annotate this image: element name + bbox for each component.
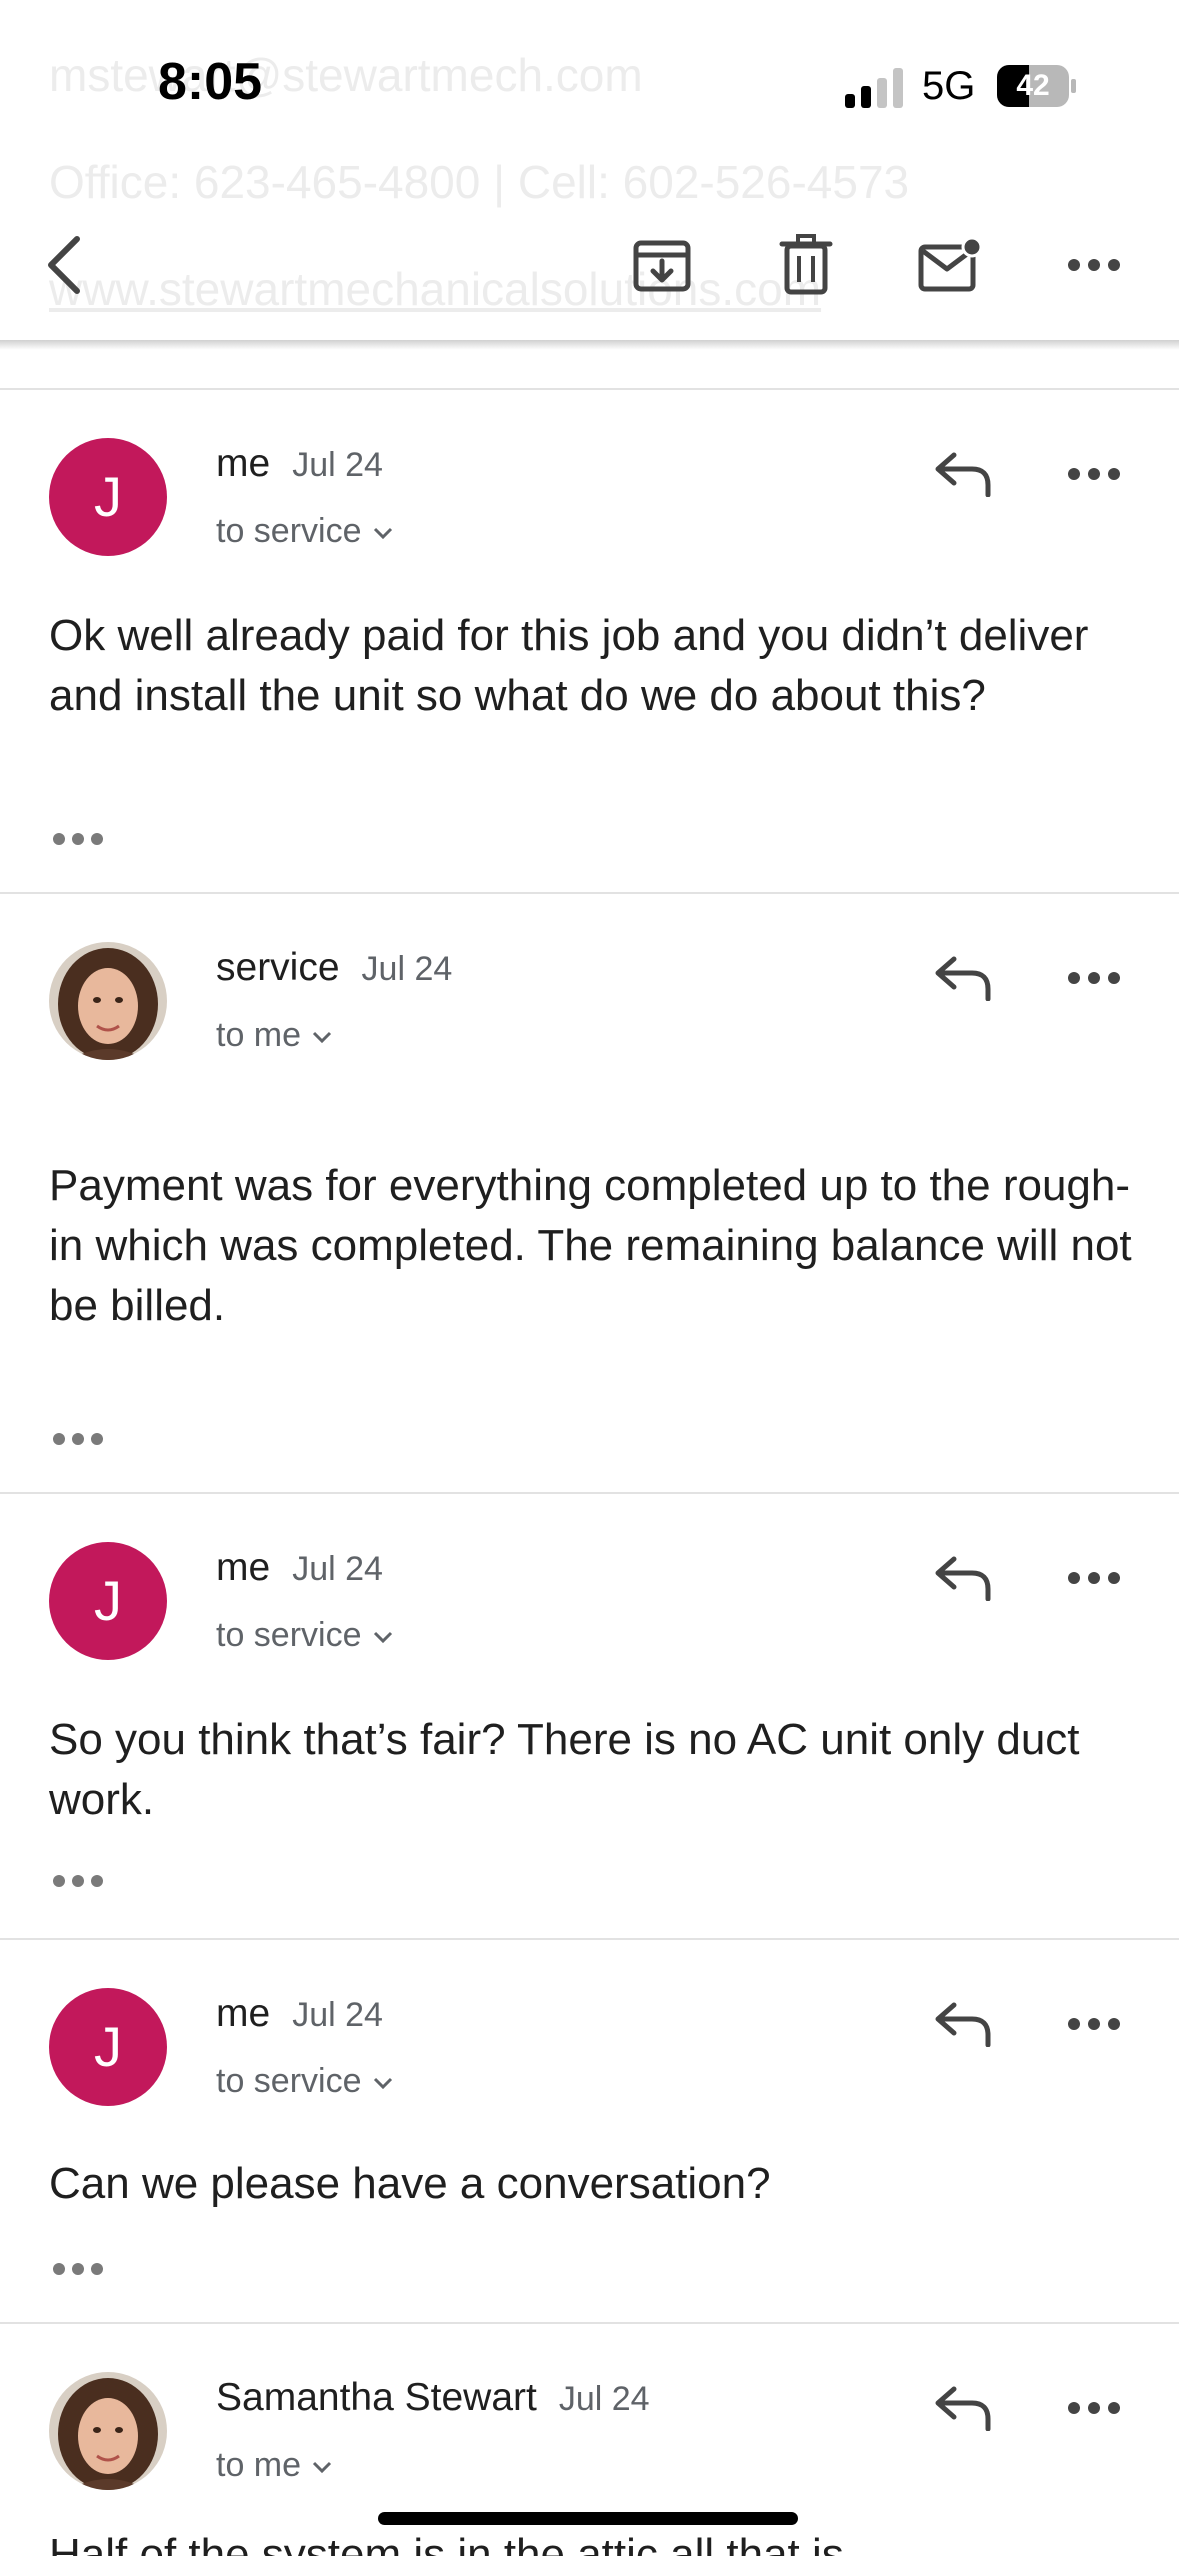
message-more-button[interactable] bbox=[1054, 2368, 1134, 2448]
message-more-button[interactable] bbox=[1054, 938, 1134, 1018]
more-icon bbox=[1068, 2018, 1120, 2030]
home-indicator[interactable] bbox=[378, 2512, 798, 2525]
avatar-photo bbox=[49, 2372, 167, 2490]
reply-button[interactable] bbox=[923, 1538, 1003, 1618]
chevron-down-icon bbox=[373, 527, 392, 540]
recipient-label: to service bbox=[216, 1616, 362, 1654]
back-button[interactable] bbox=[25, 225, 105, 305]
recipient-details[interactable]: to service bbox=[216, 2062, 394, 2101]
mark-unread-icon bbox=[918, 237, 982, 292]
recipient-details[interactable]: to service bbox=[216, 1616, 394, 1655]
delete-button[interactable] bbox=[766, 225, 846, 305]
avatar[interactable]: J bbox=[49, 1542, 167, 1660]
show-trimmed-content-button[interactable] bbox=[49, 1424, 109, 1454]
avatar[interactable]: J bbox=[49, 438, 167, 556]
sender-name: me bbox=[216, 1992, 271, 2035]
recipient-label: to me bbox=[216, 1016, 302, 1054]
chevron-down-icon bbox=[312, 2461, 332, 2474]
reply-button[interactable] bbox=[923, 2368, 1003, 2448]
message-more-button[interactable] bbox=[1054, 1984, 1134, 2064]
message-body: Ok well already paid for this job and yo… bbox=[49, 611, 1089, 720]
message-date: Jul 24 bbox=[558, 2380, 650, 2418]
show-trimmed-content-button[interactable] bbox=[49, 1866, 109, 1896]
recipient-label: to service bbox=[216, 2062, 362, 2100]
recipient-details[interactable]: to me bbox=[216, 2446, 333, 2485]
back-icon bbox=[48, 236, 80, 294]
message-body: Payment was for everything completed up … bbox=[49, 1161, 1132, 1330]
status-time: 8:05 bbox=[158, 53, 263, 111]
divider bbox=[0, 1492, 1179, 1494]
more-icon bbox=[1068, 259, 1120, 271]
divider bbox=[0, 892, 1179, 894]
message-more-button[interactable] bbox=[1054, 1538, 1134, 1618]
divider bbox=[0, 388, 1179, 390]
reply-icon bbox=[935, 2002, 991, 2047]
message-date: Jul 24 bbox=[292, 446, 383, 484]
divider bbox=[0, 1938, 1179, 1940]
avatar[interactable] bbox=[49, 942, 167, 1060]
sender-line: me Jul 24 bbox=[216, 442, 383, 486]
recipient-label: to me bbox=[216, 2446, 302, 2484]
reply-icon bbox=[935, 2386, 991, 2431]
reply-icon bbox=[935, 452, 991, 497]
chevron-down-icon bbox=[373, 1631, 392, 1644]
more-icon bbox=[1068, 1572, 1120, 1584]
sender-line: me Jul 24 bbox=[216, 1992, 383, 2036]
status-bar: 8:05 5G 42 bbox=[0, 0, 1179, 150]
divider bbox=[0, 2322, 1179, 2324]
more-icon bbox=[1068, 2402, 1120, 2414]
recipient-label: to service bbox=[216, 512, 362, 550]
archive-button[interactable] bbox=[622, 225, 702, 305]
sender-line: me Jul 24 bbox=[216, 1546, 383, 1590]
message-date: Jul 24 bbox=[292, 1996, 383, 2034]
reply-button[interactable] bbox=[923, 938, 1003, 1018]
more-icon bbox=[1068, 468, 1120, 480]
chevron-down-icon bbox=[373, 2077, 392, 2090]
more-icon bbox=[1068, 972, 1120, 984]
trash-icon bbox=[779, 234, 833, 295]
sender-name: service bbox=[216, 946, 340, 989]
sender-name: Samantha Stewart bbox=[216, 2376, 537, 2419]
avatar-photo bbox=[49, 942, 167, 1060]
sender-line: Samantha Stewart Jul 24 bbox=[216, 2376, 650, 2420]
reply-icon bbox=[935, 1556, 991, 1601]
sender-name: me bbox=[216, 1546, 271, 1589]
recipient-details[interactable]: to me bbox=[216, 1016, 333, 1055]
reply-button[interactable] bbox=[923, 434, 1003, 514]
sender-line: service Jul 24 bbox=[216, 946, 452, 990]
network-type: 5G bbox=[922, 64, 976, 108]
message-body: Can we please have a conversation? bbox=[49, 2159, 771, 2208]
message-body: So you think that’s fair? There is no AC… bbox=[49, 1715, 1080, 1824]
mark-unread-button[interactable] bbox=[910, 225, 990, 305]
recipient-details[interactable]: to service bbox=[216, 512, 394, 551]
message-more-button[interactable] bbox=[1054, 434, 1134, 514]
more-options-button[interactable] bbox=[1054, 225, 1134, 305]
avatar[interactable]: J bbox=[49, 1988, 167, 2106]
show-trimmed-content-button[interactable] bbox=[49, 2254, 109, 2284]
battery-level: 42 bbox=[1016, 69, 1050, 102]
message-date: Jul 24 bbox=[361, 950, 453, 988]
message-body: Half of the system is in the attic all t… bbox=[49, 2530, 844, 2556]
reply-icon bbox=[935, 956, 991, 1001]
email-toolbar bbox=[0, 200, 1179, 320]
chevron-down-icon bbox=[312, 1031, 332, 1044]
message-date: Jul 24 bbox=[292, 1550, 383, 1588]
header-shadow bbox=[0, 340, 1179, 350]
reply-button[interactable] bbox=[923, 1984, 1003, 2064]
sender-name: me bbox=[216, 442, 271, 485]
show-trimmed-content-button[interactable] bbox=[49, 824, 109, 854]
archive-icon bbox=[633, 240, 691, 292]
signal-icon bbox=[845, 68, 903, 108]
avatar[interactable] bbox=[49, 2372, 167, 2490]
